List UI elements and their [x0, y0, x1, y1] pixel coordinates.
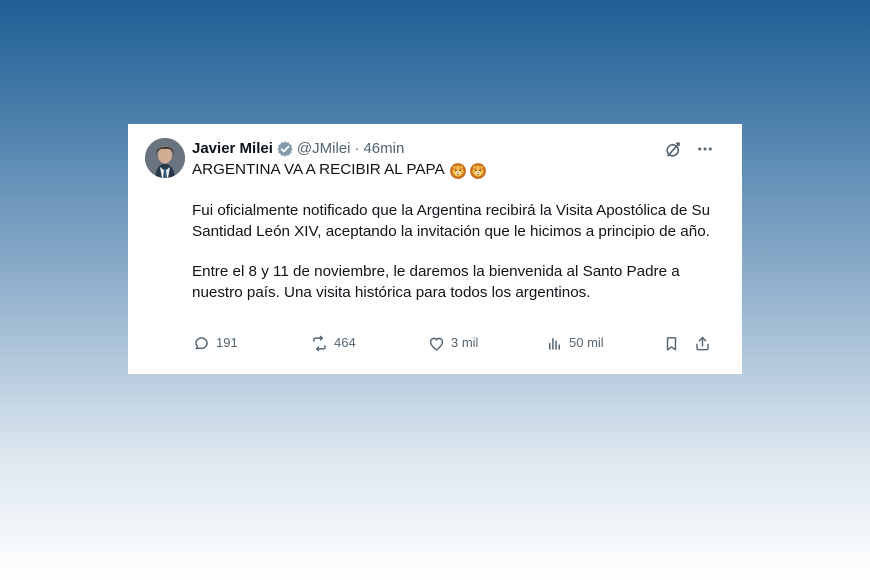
repost-count: 464: [334, 335, 356, 350]
like-button[interactable]: 3 mil: [427, 332, 478, 354]
heart-icon: [427, 334, 451, 353]
views-icon: [545, 334, 569, 353]
tweet-body: ARGENTINA VA A RECIBIR AL PAPA Fui ofici…: [192, 160, 715, 303]
share-icon: [693, 334, 712, 353]
reply-button[interactable]: 191: [192, 332, 238, 354]
lion-icon: [469, 162, 487, 180]
tweet-paragraph: Fui oficialmente notificado que la Argen…: [192, 202, 711, 240]
bookmark-icon: [662, 334, 681, 353]
author-handle[interactable]: @JMilei: [297, 138, 351, 160]
share-button[interactable]: [693, 332, 712, 354]
tweet-top-actions: [662, 138, 716, 160]
tweet-header: Javier Milei @JMilei · 46min: [192, 138, 404, 160]
repost-button[interactable]: 464: [310, 332, 356, 354]
tweet-title: ARGENTINA VA A RECIBIR AL PAPA: [192, 161, 445, 179]
reply-icon: [192, 334, 216, 353]
grok-icon[interactable]: [662, 138, 684, 160]
more-icon[interactable]: [694, 138, 716, 160]
tweet-title-line: ARGENTINA VA A RECIBIR AL PAPA: [192, 160, 715, 181]
bookmark-button[interactable]: [662, 332, 681, 354]
like-count: 3 mil: [451, 335, 479, 350]
reply-count: 191: [216, 335, 238, 350]
timestamp-separator: ·: [354, 140, 360, 157]
author-name[interactable]: Javier Milei: [192, 138, 273, 160]
verified-icon: [276, 140, 294, 158]
repost-icon: [310, 334, 334, 353]
views-button[interactable]: 50 mil: [545, 332, 604, 354]
tweet-action-bar: 191 464 3 mil 50 mil: [192, 332, 715, 354]
tweet-paragraph: Entre el 8 y 11 de noviembre, le daremos…: [192, 263, 680, 301]
lion-icon: [449, 162, 467, 180]
timestamp[interactable]: 46min: [363, 138, 404, 160]
tweet-card[interactable]: Javier Milei @JMilei · 46min ARGENTINA V…: [128, 124, 742, 374]
avatar[interactable]: [145, 138, 185, 178]
view-count: 50 mil: [569, 335, 604, 350]
